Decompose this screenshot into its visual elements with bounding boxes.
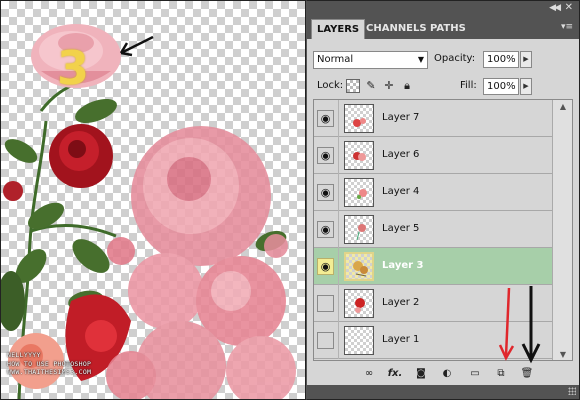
panel-menu-icon[interactable]: ▾≡ [561, 22, 573, 32]
eye-icon[interactable]: ◉ [317, 110, 334, 127]
step-number-annotation: 3 [57, 41, 90, 95]
layer-row[interactable]: ◉ Layer 4 [314, 174, 552, 211]
layer-thumbnail [344, 252, 374, 281]
eye-icon[interactable]: ◉ [317, 221, 334, 238]
eye-icon[interactable]: ◉ [317, 147, 334, 164]
row-divider [338, 137, 339, 174]
lock-transparent-pixels-icon[interactable] [346, 79, 360, 93]
new-layer-icon[interactable]: ⧉ [493, 366, 509, 382]
visibility-toggle[interactable] [317, 295, 334, 312]
tab-channels[interactable]: CHANNELS [361, 19, 432, 39]
layers-scrollbar[interactable]: ▲ ▼ [552, 100, 572, 360]
layers-panel: ◀◀ ✕ LAYERS CHANNELS PATHS ▾≡ Normal ▼ O… [306, 0, 580, 400]
chevron-down-icon: ▼ [417, 55, 424, 64]
layer-row[interactable]: ◉ Layer 5 [314, 211, 552, 248]
eye-icon[interactable]: ◉ [317, 258, 334, 275]
credit-line: NELLYYYY [7, 351, 41, 359]
scroll-up-icon[interactable]: ▲ [553, 100, 572, 114]
panel-titlebar[interactable]: ◀◀ ✕ [307, 1, 579, 17]
row-divider [338, 211, 339, 248]
layers-footer: ∞ fx. ◙ ◐ ▭ ⧉ 🗑︎ [307, 363, 579, 385]
blend-mode-value: Normal [317, 54, 354, 65]
layer-row[interactable]: ◉ Layer 7 [314, 100, 552, 137]
blend-row: Normal ▼ Opacity: 100% ▶ [313, 51, 575, 73]
panel-tabs: LAYERS CHANNELS PATHS ▾≡ [307, 17, 579, 39]
layer-thumbnail [344, 326, 374, 355]
resize-grip-icon[interactable] [568, 387, 576, 395]
layer-thumbnail [344, 141, 374, 170]
blend-mode-select[interactable]: Normal ▼ [313, 51, 428, 69]
layer-thumbnail [344, 178, 374, 207]
layer-name[interactable]: Layer 4 [382, 186, 419, 197]
credit-line: HOW TO USE PHOTOSHOP [7, 359, 92, 368]
layer-name[interactable]: Layer 7 [382, 112, 419, 123]
lock-label: Lock: [317, 80, 344, 91]
row-divider [338, 100, 339, 137]
rose-artwork [1, 24, 296, 399]
layers-list: ◉ Layer 7 ◉ Layer 6 ◉ Layer 4 ◉ Layer 5 … [313, 99, 573, 361]
fill-label: Fill: [460, 80, 477, 91]
row-divider [338, 322, 339, 359]
lock-position-icon[interactable]: ✛ [382, 79, 396, 93]
document-canvas[interactable]: 3 NELLYYYY HOW TO USE PHOTOSHOP WWW.THAI… [0, 0, 306, 400]
layer-thumbnail [344, 215, 374, 244]
opacity-label: Opacity: [434, 53, 476, 64]
layer-row-selected[interactable]: ◉ Layer 3 [314, 248, 552, 285]
visibility-toggle[interactable] [317, 332, 334, 349]
layer-thumbnail [344, 104, 374, 133]
layer-row[interactable]: Layer 2 [314, 285, 552, 322]
lock-all-icon[interactable]: 🔒︎ [400, 79, 414, 93]
fill-slider-button[interactable]: ▶ [520, 78, 532, 95]
row-divider [338, 174, 339, 211]
new-group-icon[interactable]: ▭ [467, 366, 483, 382]
scroll-down-icon[interactable]: ▼ [553, 348, 572, 360]
lock-row: Lock: ✎ ✛ 🔒︎ Fill: 100% ▶ [313, 77, 575, 97]
tab-layers[interactable]: LAYERS [311, 19, 366, 39]
tab-paths[interactable]: PATHS [425, 19, 471, 39]
opacity-slider-button[interactable]: ▶ [520, 51, 532, 68]
credit-text: NELLYYYY HOW TO USE PHOTOSHOP WWW.THAITH… [7, 351, 91, 377]
layer-mask-icon[interactable]: ◙ [413, 366, 429, 382]
link-layers-icon[interactable]: ∞ [361, 366, 377, 382]
close-icon[interactable]: ✕ [565, 2, 573, 13]
layer-name[interactable]: Layer 2 [382, 297, 419, 308]
adjustment-layer-icon[interactable]: ◐ [439, 366, 455, 382]
layer-name[interactable]: Layer 6 [382, 149, 419, 160]
opacity-field[interactable]: 100% [483, 51, 519, 68]
layer-name[interactable]: Layer 1 [382, 334, 419, 345]
eye-icon[interactable]: ◉ [317, 184, 334, 201]
row-divider [338, 248, 339, 285]
lock-image-pixels-icon[interactable]: ✎ [364, 79, 378, 93]
credit-line: WWW.THAITHESIMS3.COM [7, 368, 92, 376]
fx-icon[interactable]: fx. [387, 366, 403, 382]
panel-statusbar [307, 385, 579, 399]
fill-field[interactable]: 100% [483, 78, 519, 95]
layer-name[interactable]: Layer 3 [382, 260, 423, 271]
row-divider [338, 285, 339, 322]
trash-icon[interactable]: 🗑︎ [519, 366, 535, 382]
layer-row[interactable]: ◉ Layer 6 [314, 137, 552, 174]
layer-name[interactable]: Layer 5 [382, 223, 419, 234]
collapse-icon[interactable]: ◀◀ [549, 3, 561, 13]
layer-row[interactable]: Layer 1 [314, 322, 552, 359]
layer-thumbnail [344, 289, 374, 318]
